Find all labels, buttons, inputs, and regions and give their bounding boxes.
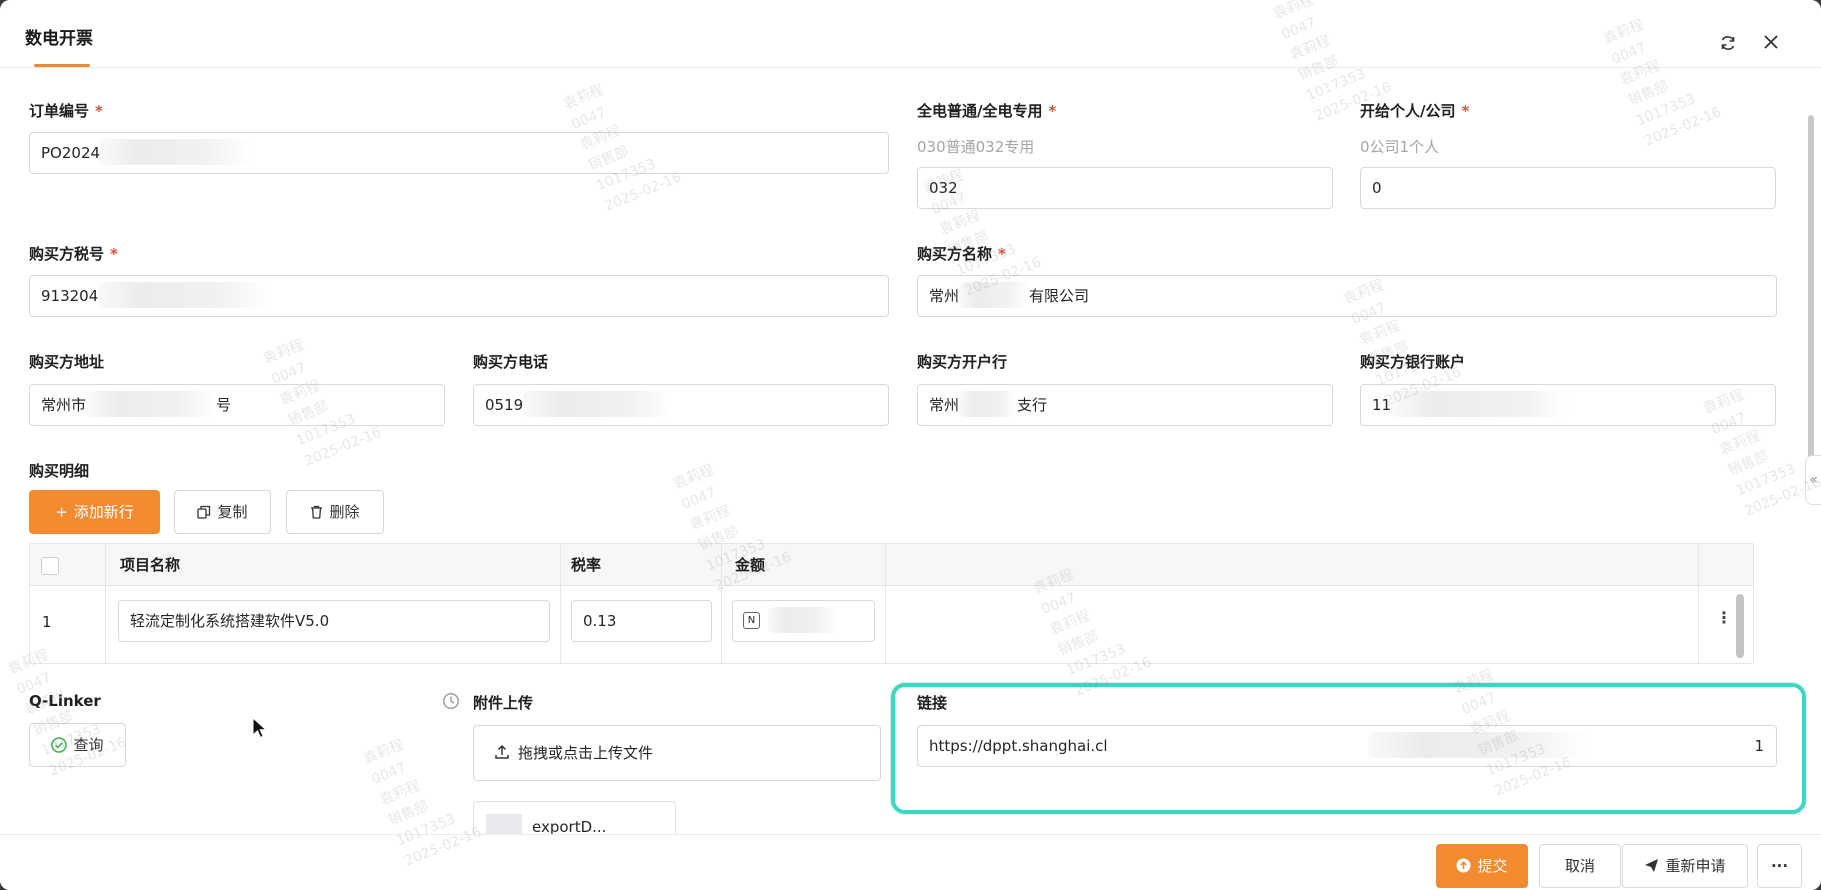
reapply-button[interactable]: 重新申请 (1622, 844, 1748, 888)
redacted-blur (1391, 391, 1572, 417)
submit-button[interactable]: 提交 (1436, 844, 1528, 888)
invoice-modal: 数电开票 « 订单编号 * PO2024 全电普通/全电专用 * 030普通032专… (0, 0, 1821, 890)
invoice-type-hint: 030普通032专用 (917, 138, 1035, 156)
close-icon[interactable] (1760, 34, 1782, 56)
buyer-bank-label: 购买方开户行 (917, 353, 1008, 371)
qlinker-label: Q-Linker (29, 692, 101, 710)
copy-button[interactable]: 复制 (174, 490, 271, 534)
upload-dropzone[interactable]: 拖拽或点击上传文件 (473, 725, 881, 781)
redacted-blur (959, 282, 1030, 308)
cancel-button[interactable]: 取消 (1539, 844, 1621, 888)
buyer-account-label: 购买方银行账户 (1360, 353, 1466, 371)
item-name-input[interactable]: 轻流定制化系统搭建软件V5.0 (118, 600, 550, 642)
arrow-up-circle-icon (1456, 845, 1471, 887)
double-chevron-left-icon[interactable]: « (1805, 455, 1821, 505)
tax-rate-input[interactable]: 0.13 (571, 600, 712, 642)
copy-icon (197, 491, 211, 533)
redacted-blur (98, 282, 269, 308)
refresh-icon[interactable] (1717, 34, 1739, 56)
issue-to-input[interactable]: 0 (1360, 167, 1776, 209)
buyer-phone-input[interactable]: 0519 (473, 384, 889, 426)
select-all-checkbox[interactable] (41, 557, 59, 575)
send-icon (1644, 845, 1659, 887)
column-divider (1698, 544, 1699, 663)
redacted-blur (959, 391, 1018, 417)
form-scrollbar[interactable] (1808, 115, 1814, 500)
amount-input[interactable]: N (732, 600, 875, 642)
redacted-blur (523, 391, 674, 417)
buyer-account-input[interactable]: 11 (1360, 384, 1776, 426)
row-index: 1 (42, 613, 52, 631)
mouse-cursor-icon (252, 716, 268, 743)
column-divider (721, 544, 722, 663)
trash-icon (310, 491, 323, 533)
redacted-blur (1367, 732, 1588, 758)
check-circle-icon (51, 724, 68, 766)
modal-footer: 提交 取消 重新申请 ··· (0, 834, 1821, 890)
column-divider (885, 544, 886, 663)
buyer-address-input[interactable]: 常州市号 (29, 384, 445, 426)
clock-icon (442, 692, 460, 714)
column-divider (560, 544, 561, 663)
buyer-name-label: 购买方名称 * (917, 245, 1006, 263)
details-table: 项目名称 税率 金额 1 轻流定制化系统搭建软件V5.0 0.13 N ⋮ (29, 543, 1754, 664)
column-divider (105, 544, 106, 663)
redacted-blur (86, 391, 217, 417)
details-label: 购买明细 (29, 462, 90, 480)
add-row-button[interactable]: + 添加新行 (29, 490, 160, 534)
buyer-tax-no-label: 购买方税号 * (29, 245, 118, 263)
more-button[interactable]: ··· (1757, 844, 1802, 888)
buyer-bank-input[interactable]: 常州 支行 (917, 384, 1333, 426)
upload-icon (494, 728, 510, 782)
link-label: 链接 (917, 694, 948, 712)
buyer-address-label: 购买方地址 (29, 353, 105, 371)
attachment-label: 附件上传 (473, 694, 534, 712)
row-more-icon[interactable]: ⋮ (1716, 608, 1732, 627)
link-tail: 1 (1754, 737, 1764, 755)
page-title: 数电开票 (25, 29, 93, 49)
plus-icon: + (55, 503, 68, 521)
invoice-type-input[interactable]: 032 (917, 167, 1333, 209)
link-input[interactable]: https://dppt.shanghai.cl 1 (917, 725, 1777, 767)
issue-to-label: 开给个人/公司 * (1360, 102, 1470, 120)
modal-header: 数电开票 (0, 0, 1821, 68)
order-no-input[interactable]: PO2024 (29, 132, 889, 174)
redacted-blur (768, 607, 838, 633)
table-scrollbar[interactable] (1736, 594, 1744, 658)
column-tax-rate: 税率 (571, 556, 602, 574)
title-underline (34, 64, 90, 67)
delete-button[interactable]: 删除 (286, 490, 384, 534)
column-item-name: 项目名称 (120, 556, 181, 574)
buyer-phone-label: 购买方电话 (473, 353, 549, 371)
query-button[interactable]: 查询 (29, 723, 126, 767)
order-no-label: 订单编号 * (29, 102, 103, 120)
buyer-tax-no-input[interactable]: 913204 (29, 275, 889, 317)
column-amount: 金额 (735, 556, 766, 574)
table-header: 项目名称 税率 金额 (30, 544, 1753, 586)
issue-to-hint: 0公司1个人 (1360, 138, 1440, 156)
invoice-type-label: 全电普通/全电专用 * (917, 102, 1057, 120)
buyer-name-input[interactable]: 常州 有限公司 (917, 275, 1777, 317)
number-icon: N (743, 611, 760, 629)
redacted-blur (100, 139, 251, 165)
